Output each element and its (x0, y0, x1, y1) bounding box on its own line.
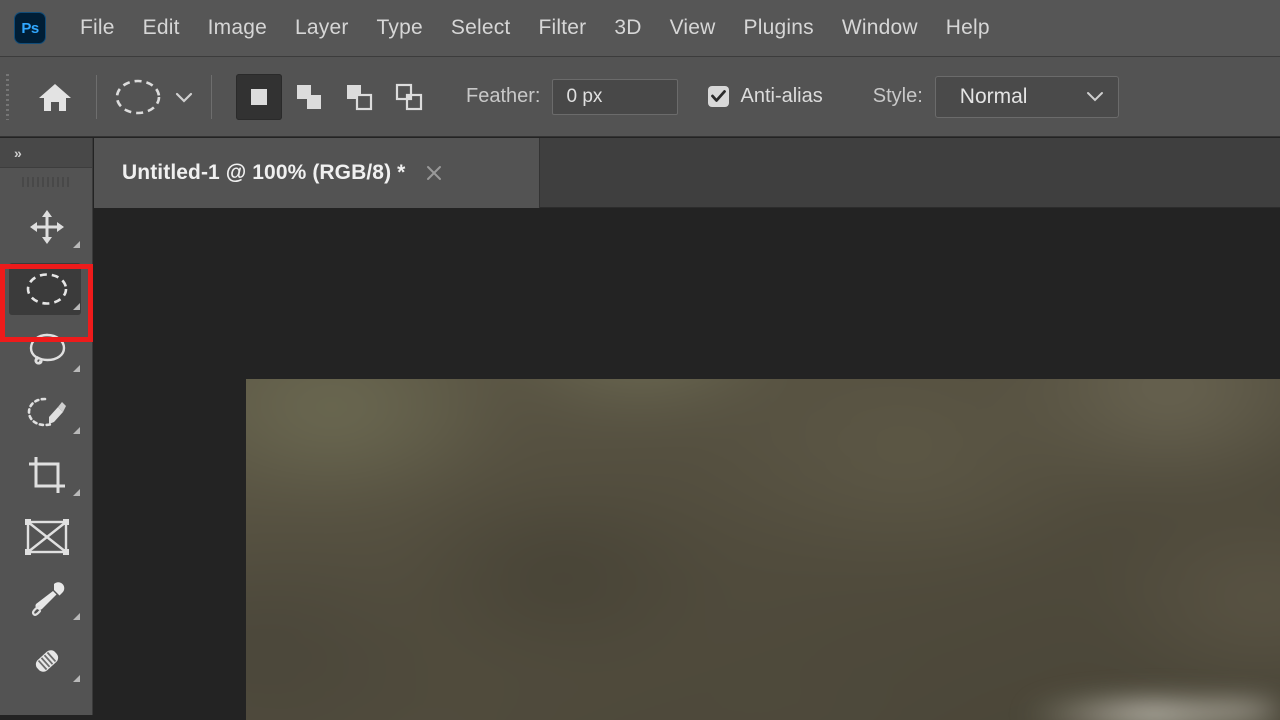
intersect-with-selection-button[interactable] (386, 74, 432, 120)
menu-item-image[interactable]: Image (194, 12, 281, 44)
canvas-image-highlight (950, 664, 1280, 720)
menu-item-help[interactable]: Help (932, 12, 1004, 44)
style-row: Style: Normal (872, 75, 1119, 118)
drag-dots-icon (22, 177, 70, 187)
tool-elliptical-marquee[interactable] (0, 258, 93, 320)
intersect-with-selection-icon (395, 83, 423, 110)
checkmark-icon (711, 90, 727, 102)
home-icon (39, 83, 71, 111)
menu-bar: Ps File Edit Image Layer Type Select Fil… (0, 0, 1280, 57)
lasso-icon (26, 331, 68, 371)
menu-item-layer[interactable]: Layer (281, 12, 363, 44)
tool-move[interactable] (0, 196, 93, 258)
menu-item-edit[interactable]: Edit (129, 12, 194, 44)
menu-item-window[interactable]: Window (828, 12, 932, 44)
menu-item-3d[interactable]: 3D (600, 12, 655, 44)
menu-item-plugins[interactable]: Plugins (730, 12, 828, 44)
tools-panel: » (0, 138, 93, 715)
menu-item-file[interactable]: File (66, 12, 129, 44)
anti-alias-checkbox[interactable] (708, 86, 730, 107)
tool-flyout-indicator (73, 489, 80, 496)
tool-frame[interactable] (0, 506, 93, 568)
crop-icon (27, 455, 67, 495)
options-bar: Feather: 0 px Anti-alias Style: Normal (0, 57, 1280, 137)
tool-flyout-indicator (73, 303, 80, 310)
tools-panel-expand-button[interactable]: » (0, 138, 92, 168)
tool-flyout-indicator (73, 365, 80, 372)
menu-item-type[interactable]: Type (363, 12, 437, 44)
anti-alias-checkbox-row[interactable]: Anti-alias (708, 85, 823, 108)
drag-dots-icon (5, 73, 9, 120)
tool-eyedropper[interactable] (0, 568, 93, 630)
menu-item-select[interactable]: Select (437, 12, 525, 44)
add-to-selection-icon (297, 84, 321, 109)
subtract-from-selection-icon (347, 84, 373, 110)
tools-panel-drag-handle[interactable] (0, 168, 92, 196)
new-selection-button[interactable] (236, 73, 282, 120)
photoshop-logo-icon[interactable]: Ps (14, 12, 46, 44)
new-selection-icon (251, 88, 267, 105)
tool-preset-picker[interactable] (97, 72, 211, 122)
add-to-selection-button[interactable] (286, 74, 332, 120)
document-tab[interactable]: Untitled-1 @ 100% (RGB/8) * (94, 138, 540, 208)
tool-spot-healing-brush[interactable] (0, 630, 93, 692)
subtract-from-selection-button[interactable] (336, 74, 382, 120)
style-label: Style: (872, 85, 923, 107)
chevron-down-icon[interactable] (173, 86, 195, 108)
anti-alias-label: Anti-alias (740, 85, 823, 107)
move-icon (28, 208, 66, 246)
tool-flyout-indicator (73, 427, 80, 434)
frame-icon (24, 519, 69, 555)
menu-item-filter[interactable]: Filter (524, 12, 600, 44)
canvas-workspace[interactable] (94, 208, 1280, 720)
menu-item-view[interactable]: View (656, 12, 730, 44)
selection-mode-group (236, 73, 432, 120)
tool-flyout-indicator (73, 613, 80, 620)
options-separator-2 (211, 74, 212, 119)
home-button[interactable] (28, 70, 82, 124)
chevron-down-icon (1084, 85, 1106, 109)
tool-flyout-indicator (73, 675, 80, 682)
style-dropdown[interactable]: Normal (934, 75, 1119, 118)
tool-crop[interactable] (0, 444, 93, 506)
style-selected-value: Normal (959, 84, 1028, 108)
document-tab-title: Untitled-1 @ 100% (RGB/8) * (122, 161, 406, 184)
feather-label: Feather: (466, 85, 541, 107)
options-bar-drag-handle[interactable] (0, 57, 14, 136)
elliptical-marquee-icon (24, 270, 70, 308)
document-tab-bar: Untitled-1 @ 100% (RGB/8) * (94, 138, 1280, 208)
canvas-image[interactable] (246, 379, 1280, 720)
photoshop-window: Ps File Edit Image Layer Type Select Fil… (0, 0, 1280, 720)
close-icon[interactable] (423, 162, 445, 184)
tool-lasso[interactable] (0, 320, 93, 382)
healing-brush-icon (26, 641, 68, 681)
elliptical-marquee-icon (113, 72, 163, 122)
tool-flyout-indicator (73, 241, 80, 248)
tool-object-selection[interactable] (0, 382, 93, 444)
feather-input[interactable]: 0 px (552, 78, 679, 115)
quick-selection-icon (25, 393, 69, 433)
eyedropper-icon (27, 579, 67, 619)
